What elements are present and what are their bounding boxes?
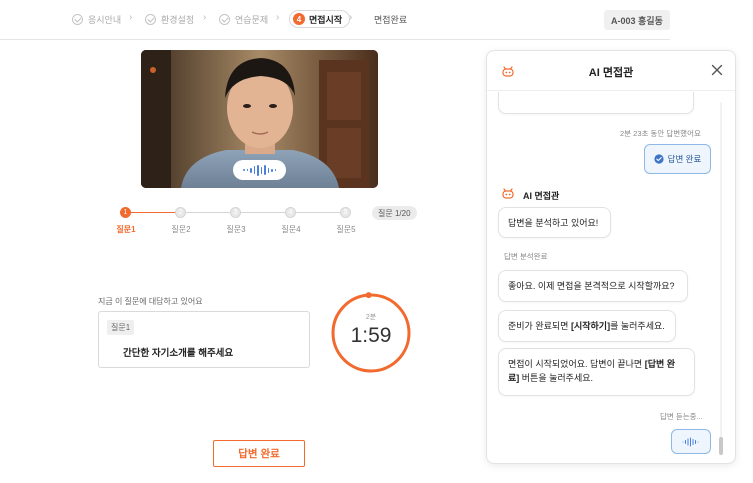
step-interview-start: 4 면접시작	[289, 10, 351, 28]
panel-header: AI 면접관	[487, 51, 735, 91]
question-box: 질문1 간단한 자기소개를 해주세요	[98, 311, 310, 368]
chat-bubble: 준비가 완료되면 [시작하기]를 눌러주세요.	[498, 310, 676, 342]
timer-value: 1:59	[350, 324, 392, 347]
question-dot: 4	[285, 207, 296, 218]
question-dot: 5	[340, 207, 351, 218]
question-progress: 1 2 3 4 5 질문1 질문2 질문3 질문4 질문5 질문 1/20	[116, 206, 426, 236]
voice-indicator	[233, 160, 286, 180]
timer-sub-label: 2분	[365, 314, 377, 321]
check-circle-icon	[145, 13, 156, 25]
step-label: 면접시작	[309, 14, 343, 25]
chat-bubble-analyzing: 답변을 분석하고 있어요!	[498, 207, 611, 238]
chat-bubble: 면접이 시작되었어요. 답변이 끝나면 [답변 완료] 버튼을 눌러주세요.	[498, 348, 695, 396]
chevron-right-icon: ›	[203, 12, 207, 23]
progress-line	[180, 212, 350, 213]
bot-icon	[502, 188, 514, 199]
chevron-right-icon: ›	[129, 12, 133, 23]
question-label: 질문5	[336, 225, 356, 234]
answered-duration: 2분 23초 동안 답변했어요	[620, 129, 701, 138]
step-practice: 연습문제	[219, 12, 268, 26]
question-label: 질문4	[281, 225, 301, 234]
step-label: 응시안내	[88, 14, 122, 25]
step-environment: 환경설정	[145, 12, 194, 26]
listening-status: 답변 듣는중...	[660, 412, 703, 421]
listening-waveform	[671, 429, 711, 454]
step-label: 환경설정	[161, 14, 195, 25]
question-dot: 1	[120, 207, 131, 218]
analysis-status: 답변 분석완료	[504, 252, 548, 261]
step-guide: 응시안내	[72, 12, 121, 26]
chat-log: 2분 23초 동안 답변했어요 답변 완료 AI 면접관 답변을 분석하고 있어…	[487, 92, 727, 463]
answer-complete-button[interactable]: 답변 완료	[213, 440, 305, 467]
step-label: 연습문제	[235, 14, 269, 25]
question-text: 간단한 자기소개를 해주세요	[123, 348, 234, 359]
chevron-right-icon: ›	[276, 12, 280, 23]
user-answer-bubble: 답변 완료	[644, 144, 711, 174]
chat-bubble: 좋아요. 이제 면접을 본격적으로 시작할까요?	[498, 270, 688, 302]
ai-interviewer-panel: AI 면접관 2분 23초 동안 답변했어요 답변 완료 AI 면접관 답변을 …	[486, 50, 736, 464]
countdown-timer: 2분 1:59	[330, 292, 412, 374]
question-label: 질문2	[171, 225, 191, 234]
question-dot: 3	[230, 207, 241, 218]
step-interview-complete: 면접완료	[374, 12, 407, 26]
waveform-icon	[682, 437, 699, 446]
chat-scrollbar[interactable]	[718, 102, 724, 455]
chevron-right-icon: ›	[349, 12, 353, 23]
question-tag: 질문1	[107, 320, 135, 335]
check-circle-icon	[219, 13, 230, 25]
check-circle-icon	[72, 13, 83, 25]
question-dot: 2	[175, 207, 186, 218]
panel-title: AI 면접관	[588, 67, 634, 79]
question-label: 질문3	[226, 225, 246, 234]
webcam-video	[141, 50, 378, 188]
progress-stepper: 응시안내 › 환경설정 › 연습문제 › 4 면접시작 › 면접완료 A-003…	[0, 0, 670, 40]
scrollbar-thumb[interactable]	[719, 437, 723, 455]
user-answer-label: 답변 완료	[667, 154, 702, 164]
question-label: 질문1	[116, 225, 136, 234]
user-badge: A-003 홍길동	[604, 10, 670, 30]
close-icon[interactable]	[711, 64, 723, 76]
step-number: 4	[293, 13, 305, 25]
chat-bubble	[498, 92, 694, 114]
progress-line	[125, 212, 180, 213]
question-count: 질문 1/20	[372, 206, 417, 220]
question-hint: 지금 이 질문에 대답하고 있어요	[98, 297, 203, 306]
check-badge-icon	[654, 154, 664, 164]
step-label: 면접완료	[374, 14, 408, 25]
bot-name: AI 면접관	[523, 191, 560, 201]
